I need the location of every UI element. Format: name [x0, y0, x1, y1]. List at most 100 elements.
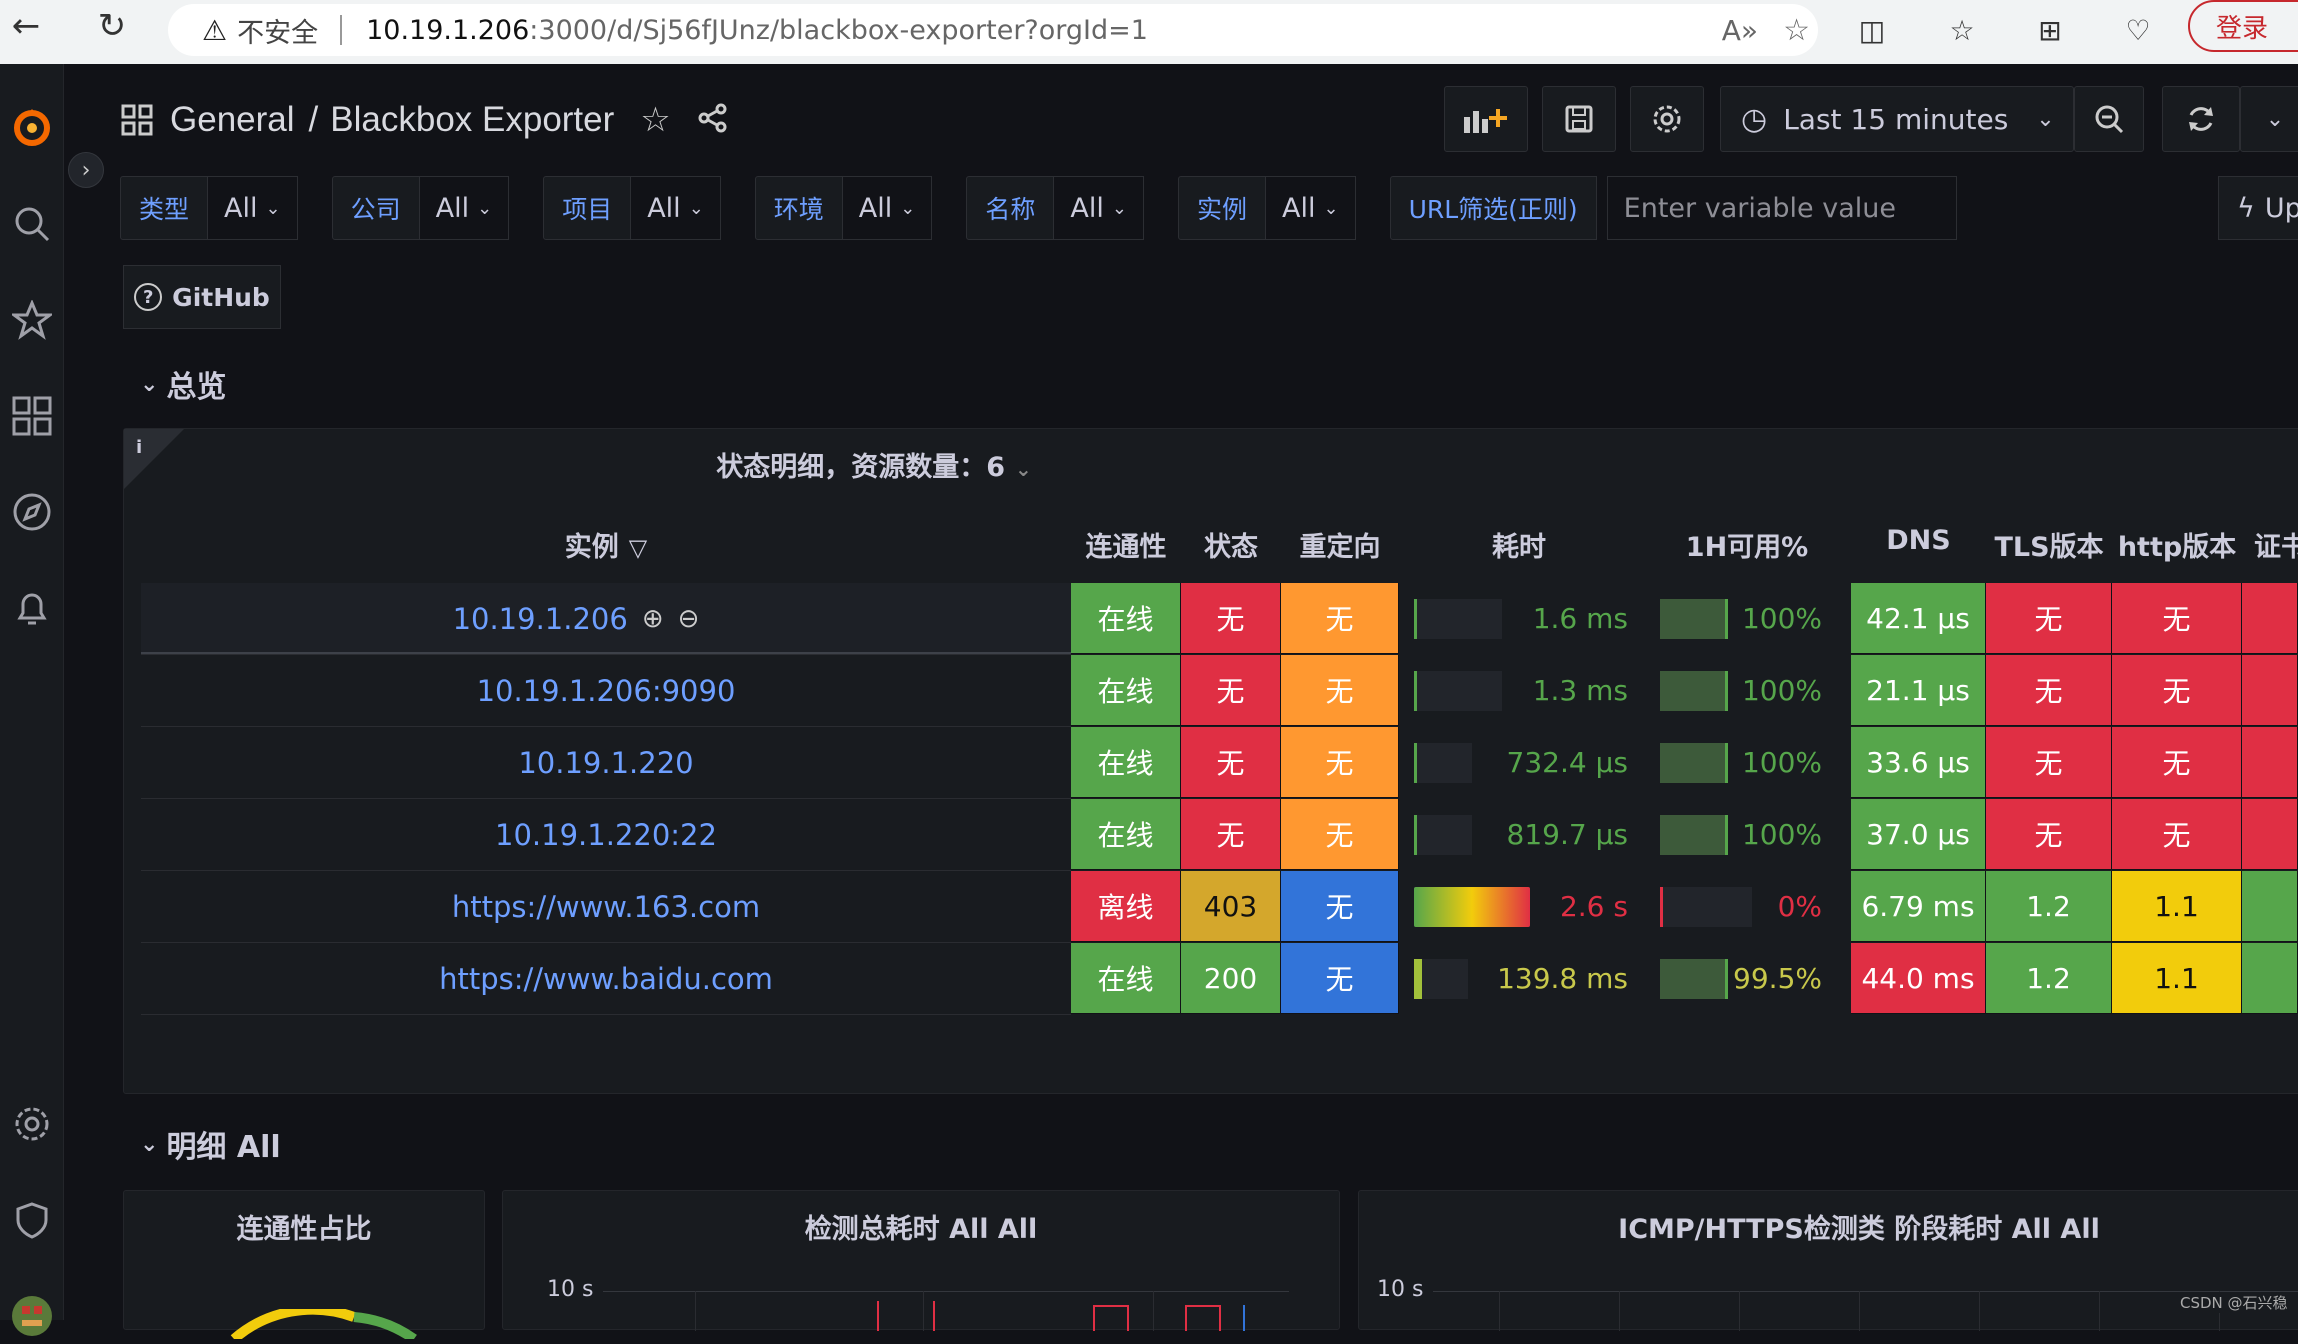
col-header-redirect[interactable]: 重定向 — [1281, 525, 1399, 564]
zoom-out-icon[interactable]: ⊖ — [678, 604, 700, 634]
col-header-conn[interactable]: 连通性 — [1071, 525, 1181, 564]
conn-cell: 在线 — [1071, 943, 1181, 1014]
panel-title[interactable]: 状态明细，资源数量：6 ⌄ — [124, 445, 1624, 484]
var-label-instance: 实例 — [1177, 176, 1266, 240]
var-select-instance[interactable]: All ⌄ — [1265, 176, 1356, 240]
availability-value: 100% — [1741, 674, 1822, 707]
read-aloud-icon[interactable]: A» — [1722, 14, 1758, 47]
row-overview[interactable]: ⌄ 总览 — [140, 362, 226, 406]
duration-value: 2.6 s — [1559, 890, 1628, 923]
share-icon[interactable] — [697, 102, 729, 138]
gauge-fill — [1414, 886, 1530, 927]
favorites-icon[interactable]: ☆ — [1940, 8, 1984, 52]
gauge-fill — [1660, 598, 1728, 639]
dashboard-settings-button[interactable] — [1630, 86, 1704, 152]
explore-icon[interactable] — [0, 484, 64, 540]
col-header-dns[interactable]: DNS — [1851, 525, 1986, 556]
col-header-http[interactable]: http版本 — [2112, 525, 2242, 564]
alerting-bell-icon[interactable] — [0, 580, 64, 636]
star-icon[interactable]: ☆ — [640, 100, 670, 140]
col-header-tls[interactable]: TLS版本 — [1986, 525, 2112, 564]
duration-gauge: 819.7 μs — [1414, 799, 1628, 870]
panel-title[interactable]: ICMP/HTTPS检测类 阶段耗时 All All — [1359, 1207, 2298, 1246]
grid-line — [695, 1291, 696, 1331]
back-icon[interactable]: ← — [4, 4, 48, 48]
var-select-env[interactable]: All ⌄ — [842, 176, 933, 240]
favorite-star-icon[interactable]: ☆ — [1783, 13, 1810, 48]
dns-cell: 21.1 μs — [1851, 655, 1986, 726]
row-detail[interactable]: ⌄ 明细 All — [140, 1122, 281, 1166]
row-detail-title: 明细 All — [166, 1130, 281, 1165]
series-spike — [877, 1301, 879, 1331]
grafana-logo-icon[interactable] — [0, 100, 64, 156]
zoom-in-icon[interactable]: ⊕ — [642, 604, 664, 634]
var-select-project[interactable]: All ⌄ — [631, 176, 721, 240]
chevron-down-icon: ⌄ — [1111, 197, 1127, 219]
gauge-fill — [1660, 742, 1728, 783]
url-host: 10.19.1.206 — [366, 14, 530, 46]
login-button[interactable]: 登录 — [2188, 0, 2298, 52]
gauge-track — [1660, 598, 1728, 639]
gauge-fill — [1660, 814, 1728, 855]
col-header-cert[interactable]: 证书 — [2254, 525, 2298, 564]
tls-cell: 1.2 — [1986, 871, 2112, 942]
refresh-button[interactable] — [2162, 86, 2240, 152]
chevron-down-icon: ⌄ — [1015, 457, 1032, 481]
settings-gear-icon[interactable] — [0, 1096, 64, 1152]
page-title[interactable]: Blackbox Exporter — [330, 100, 614, 140]
time-range-picker[interactable]: ◷ Last 15 minutes ⌄ — [1720, 86, 2074, 152]
panel-title[interactable]: 连通性占比 — [124, 1207, 484, 1246]
col-header-status[interactable]: 状态 — [1181, 525, 1281, 564]
chevron-down-icon: ⌄ — [140, 371, 159, 397]
address-bar[interactable]: ⚠ 不安全 10.19.1.206:3000/d/Sj56fJUnz/black… — [168, 4, 1818, 56]
dashboards-icon[interactable] — [0, 388, 64, 444]
reload-icon[interactable]: ↻ — [90, 4, 134, 48]
filter-icon[interactable]: ▽ — [629, 534, 647, 562]
table-row-instance-link[interactable]: 10.19.1.220 — [141, 727, 1071, 798]
var-select-name[interactable]: All ⌄ — [1054, 176, 1144, 240]
table-row-instance-link[interactable]: 10.19.1.206 ⊕ ⊖ — [141, 583, 1071, 654]
series-spike — [1243, 1305, 1245, 1331]
row-overview-title: 总览 — [166, 370, 227, 405]
health-icon[interactable]: ♡ — [2116, 8, 2160, 52]
col-header-duration[interactable]: 耗时 — [1399, 525, 1639, 564]
http-cell: 1.1 — [2112, 871, 2242, 942]
search-icon[interactable] — [0, 196, 64, 252]
var-select-type[interactable]: All ⌄ — [208, 176, 298, 240]
gauge-track — [1414, 958, 1468, 999]
add-panel-button[interactable] — [1444, 86, 1528, 152]
http-cell: 无 — [2112, 727, 2242, 798]
github-link-button[interactable]: ? GitHub — [123, 265, 281, 329]
cert-cell — [2242, 727, 2298, 798]
table-row-instance-link[interactable]: https://www.163.com — [141, 871, 1071, 942]
tls-cell: 无 — [1986, 727, 2112, 798]
var-label-url-filter: URL筛选(正则) — [1389, 176, 1597, 240]
update-button[interactable]: ϟ Up — [2218, 176, 2298, 240]
save-dashboard-button[interactable] — [1542, 86, 1616, 152]
col-header-avail[interactable]: 1H可用% — [1647, 525, 1847, 564]
shield-icon[interactable] — [0, 1192, 64, 1248]
url-filter-input[interactable]: Enter variable value — [1606, 176, 1957, 240]
col-header-instance[interactable]: 实例 ▽ — [141, 525, 1071, 564]
split-view-icon[interactable]: ◫ — [1850, 8, 1894, 52]
var-label-env: 环境 — [754, 176, 843, 240]
http-cell: 无 — [2112, 799, 2242, 870]
collections-icon[interactable]: ⊞ — [2028, 8, 2072, 52]
gauge-fill — [1414, 742, 1417, 783]
expand-menu-button[interactable]: › — [68, 152, 104, 188]
user-avatar[interactable] — [0, 1288, 64, 1344]
gauge-fill — [1660, 886, 1663, 927]
var-select-company[interactable]: All ⌄ — [419, 176, 510, 240]
browser-toolbar: ← ↻ ⚠ 不安全 10.19.1.206:3000/d/Sj56fJUnz/b… — [0, 0, 2298, 64]
breadcrumb-folder[interactable]: General — [170, 100, 295, 140]
refresh-interval-dropdown[interactable]: ⌄ — [2240, 86, 2298, 152]
panel-title[interactable]: 检测总耗时 All All — [503, 1207, 1339, 1246]
starred-icon[interactable] — [0, 292, 64, 348]
zoom-out-time-button[interactable] — [2074, 86, 2144, 152]
table-row-instance-link[interactable]: 10.19.1.206:9090 — [141, 655, 1071, 726]
availability-gauge: 0% — [1660, 871, 1822, 942]
conn-cell: 在线 — [1071, 727, 1181, 798]
dns-cell: 6.79 ms — [1851, 871, 1986, 942]
table-row-instance-link[interactable]: https://www.baidu.com — [141, 943, 1071, 1014]
table-row-instance-link[interactable]: 10.19.1.220:22 — [141, 799, 1071, 870]
